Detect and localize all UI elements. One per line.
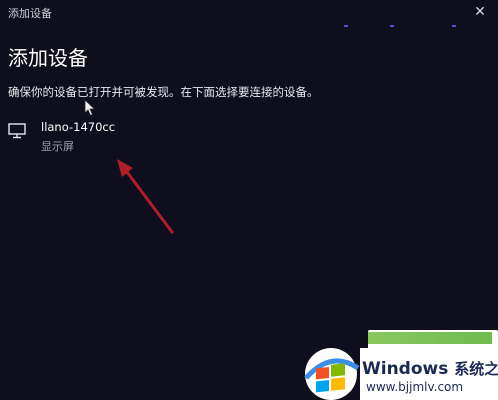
watermark-url: www.bjjmlv.com [366,380,464,394]
watermark-brand-en: Windows [362,359,449,379]
device-item-llano[interactable]: llano-1470cc 显示屏 [4,118,164,158]
watermark-strip [368,332,492,344]
accent-dot [390,25,394,27]
watermark-brand-cn: 系统之家 [454,360,498,378]
page-title: 添加设备 [8,46,88,70]
device-name: llano-1470cc [41,120,116,134]
device-type: 显示屏 [41,140,74,153]
windows-logo-icon [304,348,360,400]
instruction-text: 确保你的设备已打开并可被发现。在下面选择要连接的设备。 [8,85,319,99]
accent-dot [344,25,348,27]
close-button[interactable]: ✕ [470,2,490,22]
accent-dot [452,25,456,27]
window-title: 添加设备 [8,7,52,20]
watermark-brand: Windows 系统之家 [362,358,498,379]
close-icon: ✕ [474,4,486,20]
monitor-icon [8,123,26,139]
title-bar: 添加设备 ✕ [0,0,498,26]
mouse-cursor-icon [84,99,96,117]
watermark: Windows 系统之家 www.bjjmlv.com [300,330,498,400]
